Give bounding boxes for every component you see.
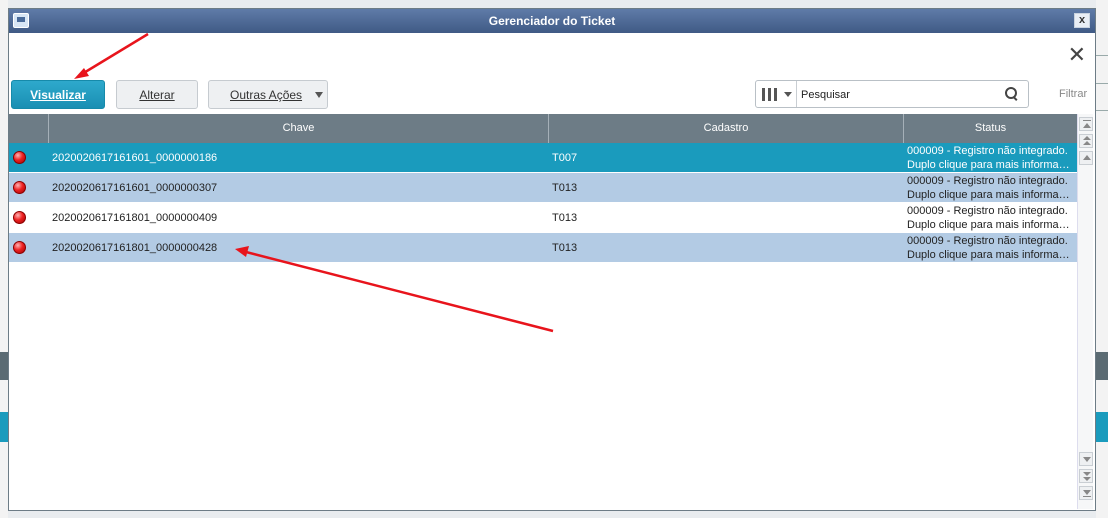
close-icon[interactable]: ✕ [1068,44,1086,66]
red-dot-icon [13,151,26,164]
scroll-page-down-button[interactable] [1079,469,1093,483]
cell-chave: 2020020617161601_0000000186 [52,152,218,164]
table-row[interactable]: 2020020617161601_0000000186 T007 000009 … [9,143,1077,173]
scroll-down-button[interactable] [1079,452,1093,466]
background-bar [1096,352,1108,380]
cell-chave: 2020020617161601_0000000307 [52,182,218,194]
background-teal-bar [1096,412,1108,442]
search-box [755,80,1029,108]
outras-acoes-label: Outras Ações [230,87,303,102]
status-line: Duplo clique para mais informaç… [907,249,1075,261]
status-line: Duplo clique para mais informaç… [907,159,1075,171]
vertical-scrollbar[interactable] [1077,114,1093,509]
outras-acoes-button[interactable]: Outras Ações [208,80,328,109]
grid-header: Chave Cadastro Status [9,114,1077,143]
table-row[interactable]: 2020020617161601_0000000307 T013 000009 … [9,173,1077,203]
background-divider [1096,110,1108,111]
red-dot-icon [13,241,26,254]
titlebar-close-button[interactable]: x [1074,13,1090,28]
search-icon[interactable] [1005,87,1019,101]
column-header-chave[interactable]: Chave [49,114,549,143]
status-line: 000009 - Registro não integrado. [907,235,1068,247]
cell-status: 000009 - Registro não integrado. Duplo c… [907,144,1075,172]
status-line: 000009 - Registro não integrado. [907,145,1068,157]
alterar-button[interactable]: Alterar [116,80,198,109]
dialog-titlebar: Gerenciador do Ticket x [9,9,1095,33]
scroll-top-button[interactable] [1079,117,1093,131]
search-divider [796,81,797,107]
column-header-select[interactable] [9,114,49,143]
alterar-label: Alterar [139,87,175,102]
visualizar-button[interactable]: Visualizar [11,80,105,109]
column-header-cadastro[interactable]: Cadastro [549,114,904,143]
scroll-up-button[interactable] [1079,151,1093,165]
status-line: 000009 - Registro não integrado. [907,205,1068,217]
cell-status: 000009 - Registro não integrado. Duplo c… [907,204,1075,232]
cell-status: 000009 - Registro não integrado. Duplo c… [907,234,1075,262]
columns-icon[interactable] [762,88,777,101]
cell-cadastro: T007 [552,152,578,164]
red-dot-icon [13,211,26,224]
scroll-bottom-button[interactable] [1079,486,1093,500]
chevron-down-icon[interactable] [784,92,792,97]
status-line: 000009 - Registro não integrado. [907,175,1068,187]
status-line: Duplo clique para mais informaç… [907,219,1075,231]
scroll-page-up-button[interactable] [1079,134,1093,148]
background-bar [0,352,8,380]
red-dot-icon [13,181,26,194]
background-divider [1096,83,1108,84]
ticket-manager-dialog: Gerenciador do Ticket x ✕ Visualizar Alt… [8,8,1096,511]
cell-status: 000009 - Registro não integrado. Duplo c… [907,174,1075,202]
filtrar-link[interactable]: Filtrar [1059,88,1087,100]
cell-chave: 2020020617161801_0000000409 [52,212,218,224]
column-header-status[interactable]: Status [904,114,1077,143]
cell-cadastro: T013 [552,182,578,194]
table-row[interactable]: 2020020617161801_0000000428 T013 000009 … [9,233,1077,263]
search-input[interactable] [801,87,991,102]
background-divider [1096,55,1108,56]
cell-cadastro: T013 [552,212,578,224]
background-teal-bar [0,412,8,442]
chevron-down-icon [315,92,323,98]
cell-cadastro: T013 [552,242,578,254]
table-row[interactable]: 2020020617161801_0000000409 T013 000009 … [9,203,1077,233]
status-line: Duplo clique para mais informaç… [907,189,1075,201]
ticket-grid: Chave Cadastro Status 2020020617161601_0… [9,114,1077,263]
dialog-title: Gerenciador do Ticket [488,14,616,28]
cell-chave: 2020020617161801_0000000428 [52,242,218,254]
